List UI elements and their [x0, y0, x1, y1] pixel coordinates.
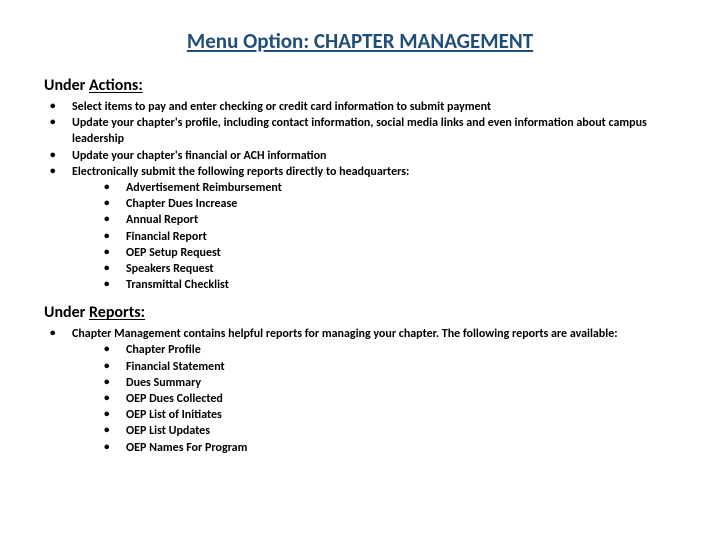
list-item: Update your chapter's financial or ACH i…	[48, 148, 676, 164]
list-item-text: OEP List of Initiates	[126, 408, 222, 422]
list-item: Update your chapter's profile, including…	[48, 115, 676, 147]
list-item: Financial Statement	[102, 359, 676, 375]
document-page: Menu Option: CHAPTER MANAGEMENT Under Ac…	[0, 0, 720, 456]
list-item: Transmittal Checklist	[102, 277, 676, 293]
list-item-text: Dues Summary	[126, 376, 201, 390]
list-item: Electronically submit the following repo…	[48, 164, 676, 294]
section-heading-actions: Under Actions:	[44, 76, 676, 95]
list-item: Annual Report	[102, 212, 676, 228]
heading-label: Reports:	[89, 303, 145, 322]
list-item: OEP List Updates	[102, 423, 676, 439]
actions-sublist: Advertisement Reimbursement Chapter Dues…	[72, 180, 676, 293]
list-item-text: Financial Report	[126, 230, 207, 244]
list-item-text: OEP Setup Request	[126, 246, 221, 260]
list-item-text: Annual Report	[126, 213, 198, 227]
heading-label: Actions:	[89, 76, 143, 95]
list-item-text: OEP List Updates	[126, 424, 210, 438]
list-item-text: Update your chapter's profile, including…	[72, 116, 647, 146]
list-item-text: Update your chapter's financial or ACH i…	[72, 149, 326, 163]
list-item-text: Speakers Request	[126, 262, 214, 276]
list-item: Select items to pay and enter checking o…	[48, 99, 676, 115]
heading-prefix: Under	[44, 76, 89, 95]
list-item: OEP Setup Request	[102, 245, 676, 261]
list-item: Advertisement Reimbursement	[102, 180, 676, 196]
list-item: Speakers Request	[102, 261, 676, 277]
reports-sublist: Chapter Profile Financial Statement Dues…	[72, 342, 676, 455]
actions-list: Select items to pay and enter checking o…	[44, 99, 676, 293]
list-item: Chapter Management contains helpful repo…	[48, 326, 676, 456]
list-item: OEP Names For Program	[102, 440, 676, 456]
reports-list: Chapter Management contains helpful repo…	[44, 326, 676, 456]
list-item-text: Chapter Dues Increase	[126, 197, 237, 211]
list-item-text: Transmittal Checklist	[126, 278, 229, 292]
list-item: Chapter Profile	[102, 342, 676, 358]
list-item-text: Chapter Management contains helpful repo…	[72, 327, 618, 341]
list-item: Financial Report	[102, 229, 676, 245]
list-item-text: Select items to pay and enter checking o…	[72, 100, 491, 114]
list-item-text: Electronically submit the following repo…	[72, 165, 409, 179]
list-item-text: Financial Statement	[126, 360, 225, 374]
list-item-text: OEP Dues Collected	[126, 392, 223, 406]
list-item: Dues Summary	[102, 375, 676, 391]
list-item: OEP List of Initiates	[102, 407, 676, 423]
list-item-text: OEP Names For Program	[126, 441, 247, 455]
list-item-text: Chapter Profile	[126, 343, 201, 357]
list-item: OEP Dues Collected	[102, 391, 676, 407]
page-title: Menu Option: CHAPTER MANAGEMENT	[44, 28, 676, 54]
section-heading-reports: Under Reports:	[44, 303, 676, 322]
heading-prefix: Under	[44, 303, 89, 322]
list-item-text: Advertisement Reimbursement	[126, 181, 282, 195]
list-item: Chapter Dues Increase	[102, 196, 676, 212]
